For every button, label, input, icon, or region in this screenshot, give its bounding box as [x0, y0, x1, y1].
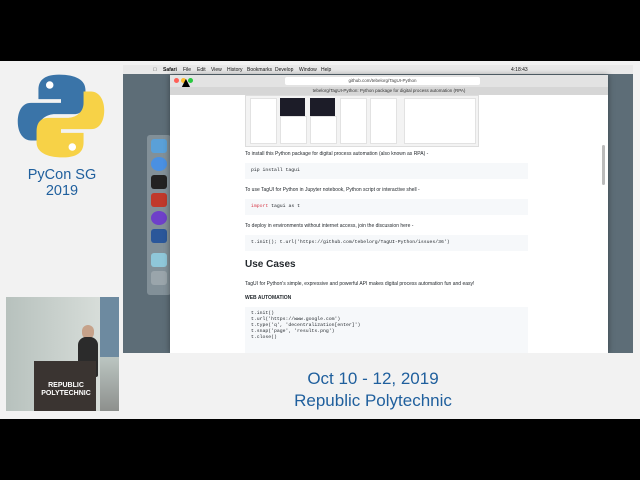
podium-label: REPUBLIC POLYTECHNIC: [41, 382, 91, 397]
install-cmd: pip install tagui: [251, 168, 300, 173]
python-logo: [17, 74, 105, 158]
address-bar[interactable]: github.com/tebelorg/TagUI-Python: [285, 77, 480, 85]
safari-window: github.com/tebelorg/TagUI-Python tebelor…: [170, 75, 608, 353]
web-automation-code: t.init() t.url('https://www.google.com')…: [245, 307, 528, 353]
safari-icon[interactable]: [151, 157, 167, 171]
install-code: pip install tagui: [245, 163, 528, 179]
conference-title: PyCon SG 2019: [27, 167, 97, 199]
menu-bookmarks[interactable]: Bookmarks: [247, 67, 272, 73]
use-cases-heading: Use Cases: [245, 259, 296, 270]
page-scrollbar[interactable]: [602, 145, 605, 185]
use-intro: To use TagUI for Python in Jupyter noteb…: [245, 187, 420, 193]
code-line: t.close(): [251, 335, 277, 340]
deploy-cmd: t.init(); t.url('https://github.com/tebe…: [251, 240, 450, 245]
screen-share:  Safari File Edit View History Bookmark…: [123, 65, 633, 353]
event-venue: Republic Polytechnic: [294, 391, 452, 410]
menu-edit[interactable]: Edit: [197, 67, 206, 73]
deploy-intro: To deploy in environments without intern…: [245, 223, 414, 229]
browser-toolbar: github.com/tebelorg/TagUI-Python: [170, 75, 608, 87]
word-icon[interactable]: [151, 229, 167, 243]
presentation-frame: PyCon SG 2019 REPUBLIC POLYTECHNIC Oct 1…: [0, 61, 640, 419]
speaker-video: REPUBLIC POLYTECHNIC: [6, 297, 119, 411]
web-automation-heading: WEB AUTOMATION: [245, 295, 292, 301]
menu-file[interactable]: File: [183, 67, 191, 73]
finder-icon[interactable]: [151, 139, 167, 153]
use-cases-desc: TagUI for Python's simple, expressive an…: [245, 281, 475, 287]
menu-develop[interactable]: Develop: [275, 67, 293, 73]
import-code: import tagui as t: [245, 199, 528, 215]
mouse-cursor-icon: ▲: [179, 74, 193, 90]
menubar-clock: 4:18:43: [511, 66, 528, 73]
import-rest: tagui as t: [271, 204, 300, 209]
deploy-code: t.init(); t.url('https://github.com/tebe…: [245, 235, 528, 251]
browser-tab[interactable]: tebelorg/TagUI-Python: Python package fo…: [170, 87, 608, 95]
page-content: To install this Python package for digit…: [170, 95, 608, 353]
menu-window[interactable]: Window: [299, 67, 317, 73]
apple-icon[interactable]: : [153, 67, 157, 73]
github-icon[interactable]: [151, 211, 167, 225]
menu-history[interactable]: History: [227, 67, 243, 73]
install-intro: To install this Python package for digit…: [245, 151, 429, 157]
downloads-icon[interactable]: [151, 253, 167, 267]
import-keyword: import: [251, 204, 269, 209]
menu-safari[interactable]: Safari: [163, 67, 177, 73]
trash-icon[interactable]: [151, 271, 167, 285]
menu-help[interactable]: Help: [321, 67, 331, 73]
terminal-icon[interactable]: [151, 175, 167, 189]
readme-screenshot: [245, 95, 479, 147]
menu-view[interactable]: View: [211, 67, 222, 73]
dock: [147, 135, 171, 295]
event-dates: Oct 10 - 12, 2019: [307, 369, 439, 388]
filezilla-icon[interactable]: [151, 193, 167, 207]
mac-menubar:  Safari File Edit View History Bookmark…: [123, 65, 633, 74]
